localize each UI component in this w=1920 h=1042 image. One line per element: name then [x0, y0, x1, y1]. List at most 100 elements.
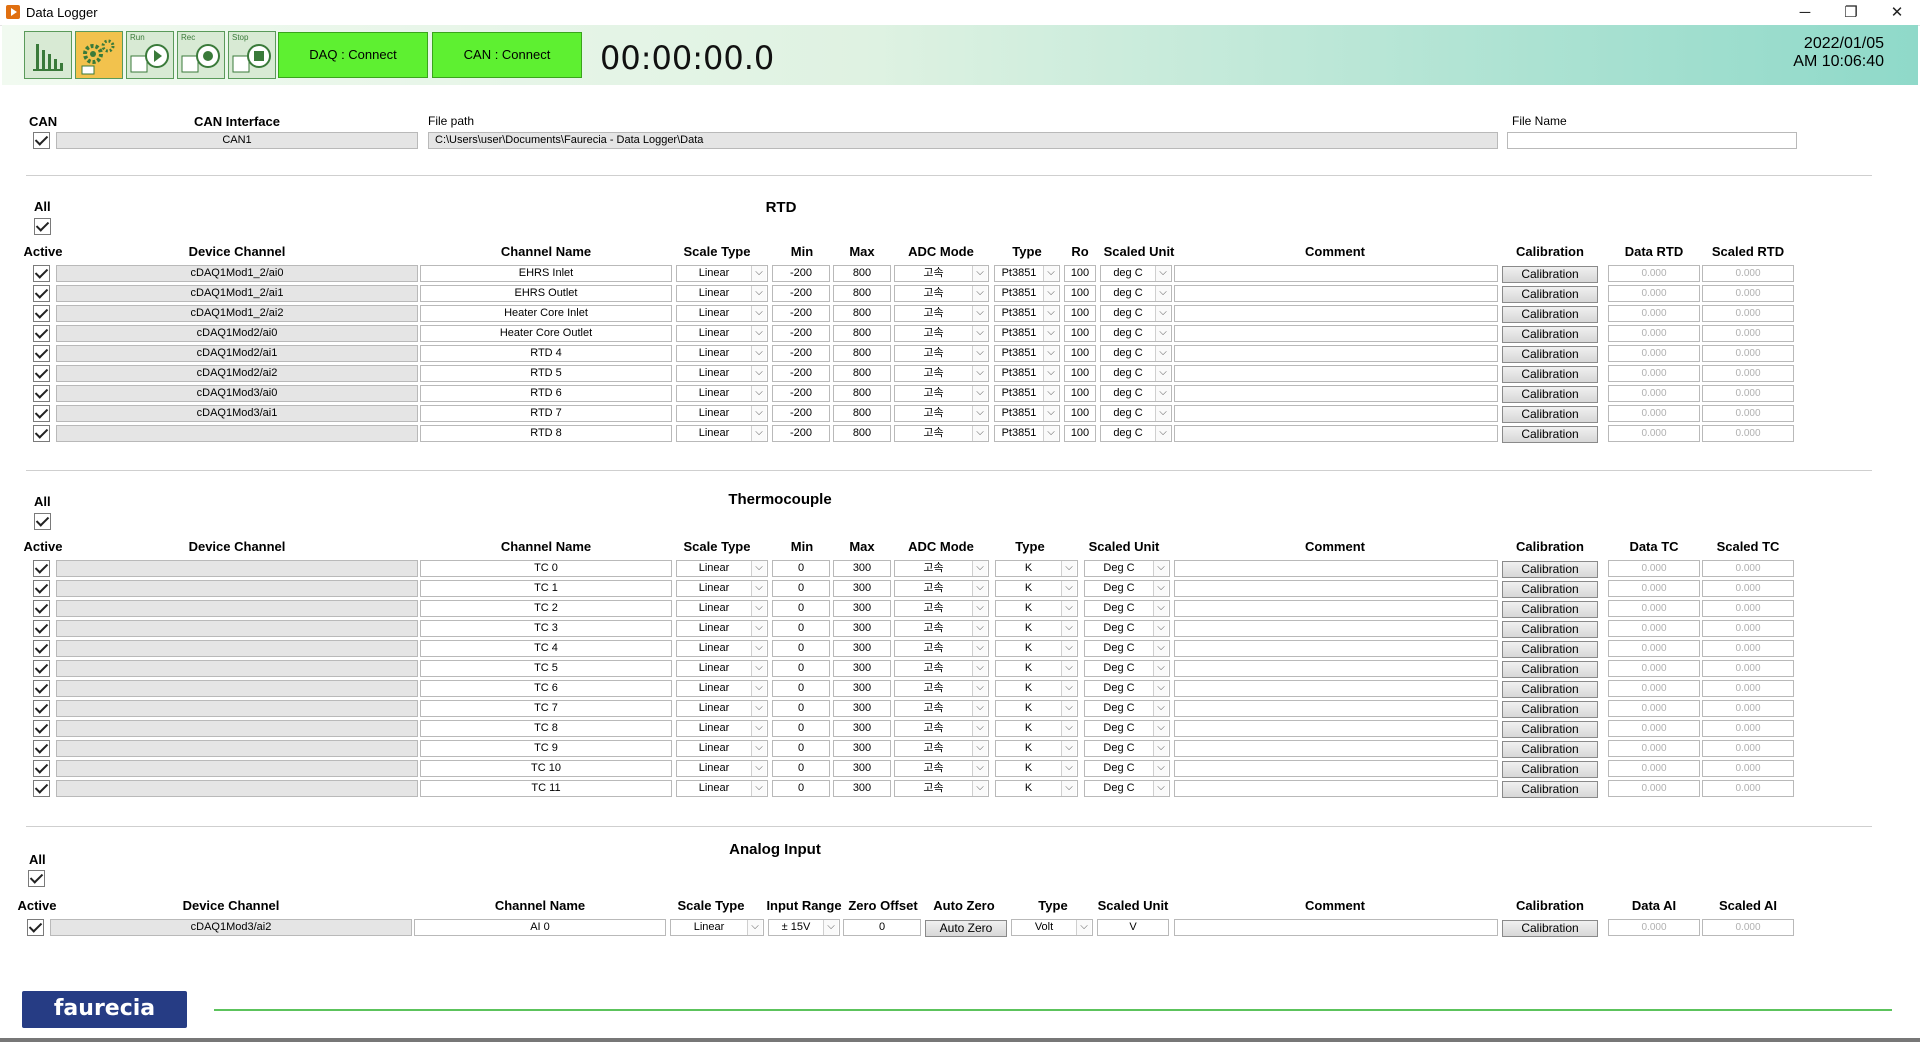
tc-adc-mode-select[interactable]: 고속 — [894, 680, 989, 697]
tc-adc-mode-select[interactable]: 고속 — [894, 560, 989, 577]
rtd-type-select[interactable]: Pt3851 — [994, 405, 1060, 422]
tc-active-checkbox[interactable] — [33, 640, 50, 657]
rtd-channel-name-input[interactable]: EHRS Outlet — [420, 285, 672, 302]
tc-min-input[interactable]: 0 — [772, 580, 830, 597]
tc-scale-type-select[interactable]: Linear — [676, 600, 768, 617]
rtd-calibration-button[interactable]: Calibration — [1502, 326, 1598, 343]
rtd-active-checkbox[interactable] — [33, 265, 50, 282]
rec-icon[interactable]: Rec — [177, 31, 225, 79]
tc-active-checkbox[interactable] — [33, 700, 50, 717]
rtd-active-checkbox[interactable] — [33, 365, 50, 382]
tc-scale-type-select[interactable]: Linear — [676, 660, 768, 677]
chart-icon[interactable] — [24, 31, 72, 79]
rtd-calibration-button[interactable]: Calibration — [1502, 406, 1598, 423]
rtd-active-checkbox[interactable] — [33, 345, 50, 362]
rtd-min-input[interactable]: -200 — [772, 305, 830, 322]
tc-channel-name-input[interactable]: TC 1 — [420, 580, 672, 597]
ai-channel-name-input[interactable]: AI 0 — [414, 919, 666, 936]
rtd-channel-name-input[interactable]: RTD 4 — [420, 345, 672, 362]
rtd-ro-input[interactable]: 100 — [1064, 305, 1096, 322]
rtd-scaled-unit-select[interactable]: deg C — [1100, 365, 1172, 382]
rtd-active-checkbox[interactable] — [33, 385, 50, 402]
tc-channel-name-input[interactable]: TC 5 — [420, 660, 672, 677]
tc-all-checkbox[interactable] — [34, 513, 51, 530]
rtd-comment-input[interactable] — [1174, 385, 1498, 402]
rtd-type-select[interactable]: Pt3851 — [994, 325, 1060, 342]
tc-max-input[interactable]: 300 — [833, 720, 891, 737]
rtd-max-input[interactable]: 800 — [833, 265, 891, 282]
rtd-scale-type-select[interactable]: Linear — [676, 265, 768, 282]
can-interface-field[interactable]: CAN1 — [56, 132, 418, 149]
rtd-min-input[interactable]: -200 — [772, 265, 830, 282]
tc-type-select[interactable]: K — [995, 660, 1078, 677]
tc-min-input[interactable]: 0 — [772, 720, 830, 737]
rtd-active-checkbox[interactable] — [33, 305, 50, 322]
settings-icon[interactable] — [75, 31, 123, 79]
tc-type-select[interactable]: K — [995, 560, 1078, 577]
rtd-type-select[interactable]: Pt3851 — [994, 305, 1060, 322]
tc-scale-type-select[interactable]: Linear — [676, 780, 768, 797]
rtd-type-select[interactable]: Pt3851 — [994, 265, 1060, 282]
rtd-ro-input[interactable]: 100 — [1064, 425, 1096, 442]
tc-max-input[interactable]: 300 — [833, 580, 891, 597]
tc-scaled-unit-select[interactable]: Deg C — [1084, 700, 1170, 717]
tc-channel-name-input[interactable]: TC 0 — [420, 560, 672, 577]
rtd-scaled-unit-select[interactable]: deg C — [1100, 425, 1172, 442]
rtd-active-checkbox[interactable] — [33, 285, 50, 302]
ai-scale-type-select[interactable]: Linear — [670, 919, 764, 936]
tc-comment-input[interactable] — [1174, 560, 1498, 577]
tc-type-select[interactable]: K — [995, 600, 1078, 617]
tc-min-input[interactable]: 0 — [772, 620, 830, 637]
tc-adc-mode-select[interactable]: 고속 — [894, 660, 989, 677]
rtd-comment-input[interactable] — [1174, 425, 1498, 442]
rtd-min-input[interactable]: -200 — [772, 285, 830, 302]
rtd-min-input[interactable]: -200 — [772, 405, 830, 422]
tc-scale-type-select[interactable]: Linear — [676, 760, 768, 777]
tc-max-input[interactable]: 300 — [833, 760, 891, 777]
tc-comment-input[interactable] — [1174, 760, 1498, 777]
rtd-scaled-unit-select[interactable]: deg C — [1100, 345, 1172, 362]
rtd-scaled-unit-select[interactable]: deg C — [1100, 385, 1172, 402]
rtd-scaled-unit-select[interactable]: deg C — [1100, 405, 1172, 422]
restore-icon[interactable]: ❐ — [1828, 0, 1874, 25]
tc-scale-type-select[interactable]: Linear — [676, 720, 768, 737]
tc-active-checkbox[interactable] — [33, 620, 50, 637]
tc-calibration-button[interactable]: Calibration — [1502, 561, 1598, 578]
tc-scaled-unit-select[interactable]: Deg C — [1084, 620, 1170, 637]
rtd-scaled-unit-select[interactable]: deg C — [1100, 265, 1172, 282]
tc-active-checkbox[interactable] — [33, 600, 50, 617]
rtd-channel-name-input[interactable]: RTD 7 — [420, 405, 672, 422]
tc-adc-mode-select[interactable]: 고속 — [894, 720, 989, 737]
can-connect-button[interactable]: CAN : Connect — [432, 32, 582, 78]
tc-calibration-button[interactable]: Calibration — [1502, 721, 1598, 738]
tc-min-input[interactable]: 0 — [772, 740, 830, 757]
tc-scaled-unit-select[interactable]: Deg C — [1084, 640, 1170, 657]
rtd-min-input[interactable]: -200 — [772, 425, 830, 442]
tc-min-input[interactable]: 0 — [772, 700, 830, 717]
tc-adc-mode-select[interactable]: 고속 — [894, 700, 989, 717]
tc-comment-input[interactable] — [1174, 660, 1498, 677]
rtd-adc-mode-select[interactable]: 고속 — [894, 365, 989, 382]
rtd-all-checkbox[interactable] — [34, 218, 51, 235]
rtd-ro-input[interactable]: 100 — [1064, 345, 1096, 362]
tc-comment-input[interactable] — [1174, 720, 1498, 737]
tc-min-input[interactable]: 0 — [772, 680, 830, 697]
tc-comment-input[interactable] — [1174, 600, 1498, 617]
tc-max-input[interactable]: 300 — [833, 600, 891, 617]
tc-adc-mode-select[interactable]: 고속 — [894, 600, 989, 617]
tc-max-input[interactable]: 300 — [833, 660, 891, 677]
rtd-max-input[interactable]: 800 — [833, 325, 891, 342]
tc-channel-name-input[interactable]: TC 11 — [420, 780, 672, 797]
tc-scaled-unit-select[interactable]: Deg C — [1084, 680, 1170, 697]
tc-channel-name-input[interactable]: TC 9 — [420, 740, 672, 757]
auto-zero-button[interactable]: Auto Zero — [925, 920, 1007, 937]
rtd-channel-name-input[interactable]: Heater Core Outlet — [420, 325, 672, 342]
tc-type-select[interactable]: K — [995, 640, 1078, 657]
rtd-active-checkbox[interactable] — [33, 405, 50, 422]
tc-scaled-unit-select[interactable]: Deg C — [1084, 720, 1170, 737]
tc-active-checkbox[interactable] — [33, 740, 50, 757]
rtd-type-select[interactable]: Pt3851 — [994, 365, 1060, 382]
rtd-adc-mode-select[interactable]: 고속 — [894, 425, 989, 442]
rtd-calibration-button[interactable]: Calibration — [1502, 346, 1598, 363]
rtd-scaled-unit-select[interactable]: deg C — [1100, 305, 1172, 322]
